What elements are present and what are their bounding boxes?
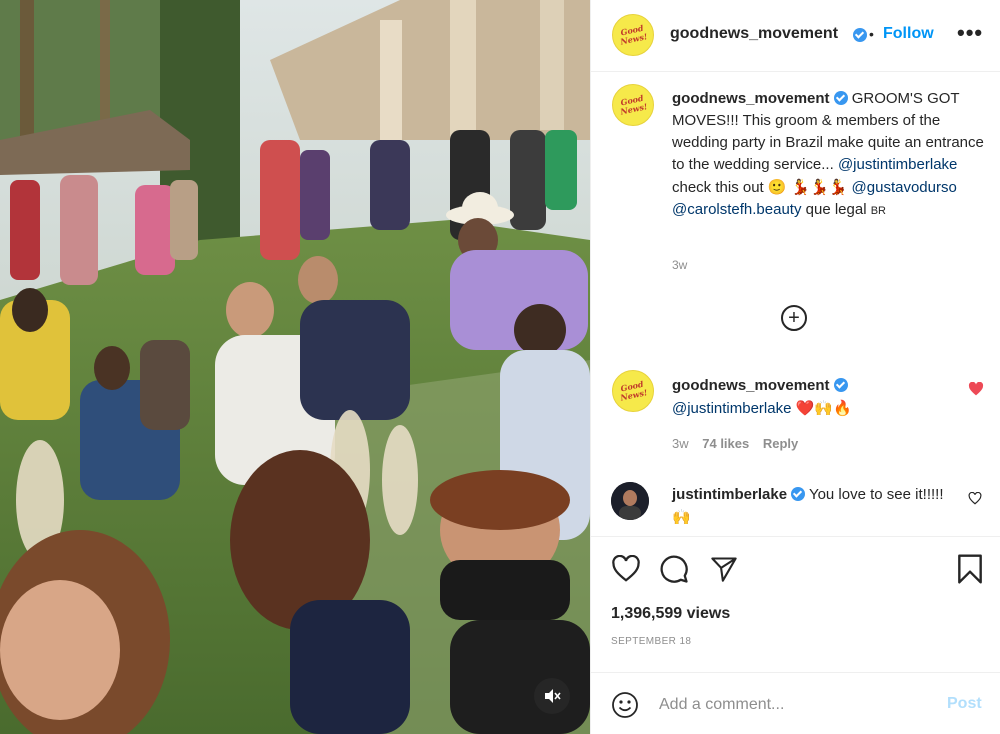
post-caption: goodnews_movement GROOM'S GOT MOVES!!! T… [672,88,992,222]
comment-input[interactable] [657,691,921,719]
caption-text: que legal [805,201,867,218]
view-count[interactable]: 1,396,599 views [611,605,730,623]
smiley-icon [612,692,638,718]
separator-dot: • [869,26,874,42]
post-comment-button[interactable]: Post [947,695,982,713]
author-username[interactable]: goodnews_movement [670,25,838,43]
comment-like-button[interactable] [968,381,984,401]
verified-badge-icon [791,487,806,501]
comment-username[interactable]: justintimberlake [672,486,787,503]
country-code: BR [870,205,886,217]
load-more-comments-button[interactable]: + [781,305,807,331]
heart-filled-icon [968,381,984,396]
mention-link[interactable]: @justintimberlake [838,156,957,173]
post-header: Good News! goodnews_movement • Follow ••… [591,0,1000,72]
mention-link[interactable]: @justintimberlake [672,400,791,417]
heart-icon [612,554,640,582]
comment-avatar[interactable] [611,482,649,520]
comment-emojis: ❤️🙌🔥 [795,399,852,417]
comment-timestamp[interactable]: 3w [672,436,689,451]
caption-username[interactable]: goodnews_movement [672,90,830,107]
post-date[interactable]: SEPTEMBER 18 [611,636,691,647]
comment-icon [660,555,688,583]
paper-plane-icon [711,557,737,582]
heart-outline-icon [968,491,982,505]
mention-link[interactable]: @carolstefh.beauty [672,201,801,218]
bookmark-icon [958,554,982,584]
more-options-button[interactable]: ••• [957,22,983,44]
comment-emojis: 🙌 [672,508,691,526]
caption-avatar[interactable]: Good News! [612,84,654,126]
reply-button[interactable]: Reply [763,436,798,451]
verified-badge-icon [833,378,848,392]
post-side-panel: Good News! goodnews_movement • Follow ••… [590,0,1000,734]
profile-photo [611,482,649,520]
comment-text: You love to see it!!!!! [808,486,944,503]
speaker-muted-icon [545,689,561,703]
mute-button[interactable] [534,678,570,714]
caption-timestamp[interactable]: 3w [672,258,687,272]
video-frame [0,0,590,734]
verified-badge-icon [833,91,848,105]
comment-likes[interactable]: 74 likes [702,436,749,451]
caption-text: check this out [672,179,764,196]
follow-button[interactable]: Follow [883,25,934,43]
comment-username[interactable]: goodnews_movement [672,377,830,394]
save-button[interactable] [956,553,984,590]
verified-badge-icon [853,28,867,42]
plus-circle-icon: + [788,307,800,329]
author-avatar[interactable]: Good News! [612,14,654,56]
comment-button[interactable] [659,554,689,589]
comment-bar: Post [591,672,1000,734]
post-video[interactable] [0,0,590,734]
comment-like-button[interactable] [968,491,982,510]
comment-avatar[interactable]: Good News! [612,370,654,412]
like-button[interactable] [611,554,641,588]
comment: goodnews_movement @justintimberlake ❤️🙌🔥 [672,375,952,420]
share-button[interactable] [709,555,739,588]
caption-emojis: 🙂 💃💃💃 [767,178,848,196]
emoji-button[interactable] [611,691,639,724]
action-divider [591,536,1000,538]
comment-meta: 3w 74 likes Reply [672,436,808,451]
comment: justintimberlake You love to see it!!!!!… [672,484,962,529]
mention-link[interactable]: @gustavodurso [852,179,957,196]
